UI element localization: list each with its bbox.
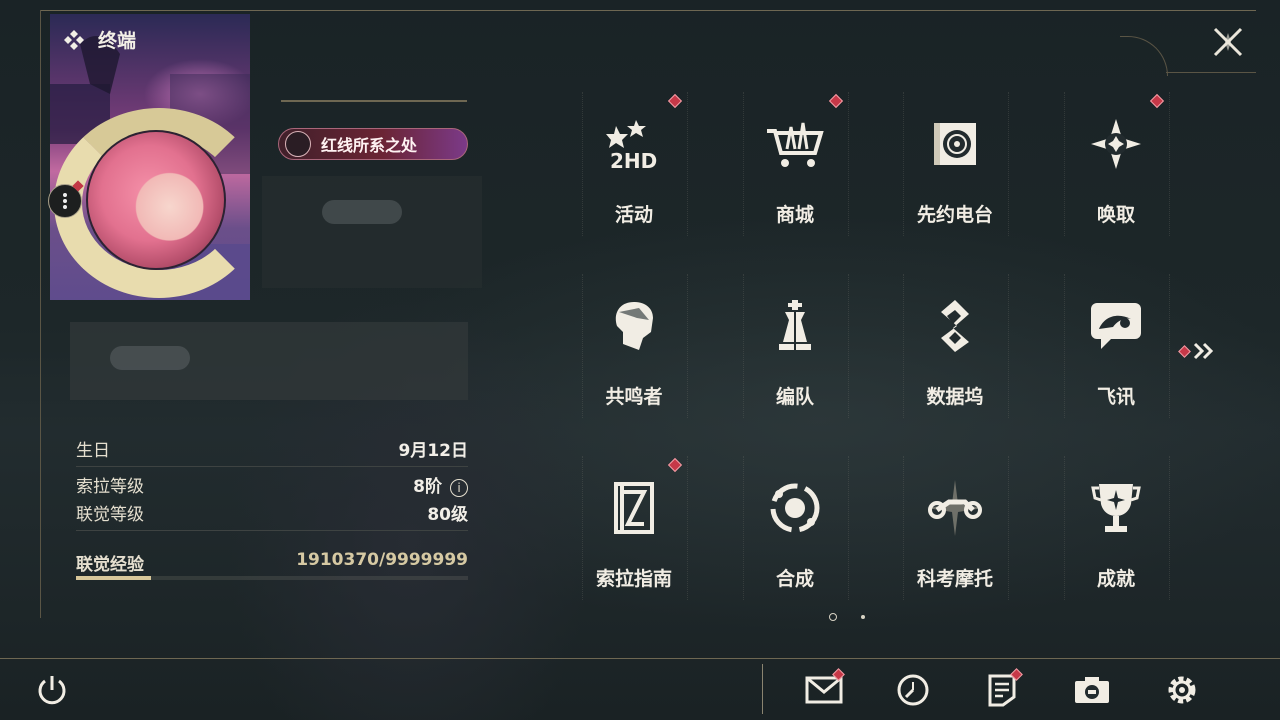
chat-icon xyxy=(1086,296,1146,356)
notification-badge xyxy=(1149,93,1165,109)
power-icon xyxy=(38,676,66,705)
frame-curve xyxy=(1120,36,1168,76)
tile-label: 先约电台 xyxy=(916,204,993,226)
timer-button[interactable] xyxy=(889,668,937,712)
stat-row-union-exp: 联觉经验 1910370/9999999 xyxy=(76,550,468,575)
tile-radio[interactable]: 先约电台 xyxy=(903,92,1009,236)
tile-synthesis[interactable]: 合成 xyxy=(743,456,849,600)
stat-value: 8阶 xyxy=(413,477,442,497)
bottom-bar-line xyxy=(0,658,1280,659)
tile-label: 飞讯 xyxy=(1096,386,1135,408)
tile-resonators[interactable]: 共鸣者 xyxy=(582,274,688,418)
camera-button[interactable] xyxy=(1068,668,1116,712)
tile-label: 共鸣者 xyxy=(605,386,663,408)
frame-line-right xyxy=(1166,72,1256,73)
tile-events[interactable]: 2HD 活动 xyxy=(582,92,688,236)
notification-badge xyxy=(667,457,683,473)
tile-data-bank[interactable]: 数据坞 xyxy=(903,274,1009,418)
mail-button[interactable] xyxy=(800,668,848,712)
camera-icon xyxy=(1075,677,1109,703)
exp-progress-fill xyxy=(76,576,151,580)
tile-convene[interactable]: 唤取 xyxy=(1064,92,1170,236)
title-badge[interactable]: 红线所系之处 xyxy=(278,128,468,160)
vertical-dots-icon xyxy=(63,193,67,209)
stat-value: 80级 xyxy=(427,505,468,525)
resonator-head-icon xyxy=(604,296,664,356)
tile-team[interactable]: 编队 xyxy=(743,274,849,418)
notification-badge xyxy=(828,93,844,109)
data-bank-icon xyxy=(925,296,985,356)
tile-label: 商城 xyxy=(775,204,814,226)
tile-label: 索拉指南 xyxy=(595,568,672,590)
notification-badge xyxy=(667,93,683,109)
bottom-separator xyxy=(762,664,763,714)
blurred-signature-area xyxy=(70,322,468,400)
blurred-name-area xyxy=(262,176,482,288)
trophy-icon xyxy=(1086,478,1146,538)
tile-label: 数据坞 xyxy=(926,386,984,408)
close-button[interactable] xyxy=(1206,22,1250,62)
tile-messages[interactable]: 飞讯 xyxy=(1064,274,1170,418)
double-chevron-right-icon xyxy=(1193,342,1214,360)
tile-label: 编队 xyxy=(775,386,814,408)
synthesis-icon xyxy=(765,478,825,538)
clock-icon xyxy=(897,674,929,706)
stat-value-wrap: 8阶 i xyxy=(413,472,468,497)
name-underline xyxy=(281,100,467,102)
stat-value: 9月12日 xyxy=(398,441,469,461)
close-x-icon xyxy=(1213,27,1243,57)
stat-row-birthday: 生日 9月12日 xyxy=(76,436,468,461)
event-2hd-icon: 2HD xyxy=(604,114,664,174)
diamond-cluster-icon xyxy=(64,29,84,50)
stat-label: 索拉等级 xyxy=(76,477,144,497)
stat-label: 联觉经验 xyxy=(76,555,144,575)
radio-icon xyxy=(925,114,985,174)
divider xyxy=(76,466,468,467)
tile-achievements[interactable]: 成就 xyxy=(1064,456,1170,600)
stat-row-sol-rank: 索拉等级 8阶 i xyxy=(76,472,468,497)
svg-text:2HD: 2HD xyxy=(610,149,657,172)
stat-row-union-level: 联觉等级 80级 xyxy=(76,500,468,525)
title-badge-avatar xyxy=(285,131,311,157)
notice-button[interactable] xyxy=(978,668,1026,712)
notification-badge xyxy=(1178,344,1191,358)
avatar[interactable] xyxy=(86,130,226,270)
page-title: 终端 xyxy=(98,30,137,52)
tile-motorcycle[interactable]: 科考摩托 xyxy=(903,456,1009,600)
tile-label: 成就 xyxy=(1096,568,1135,590)
title-badge-text: 红线所系之处 xyxy=(321,136,418,155)
convene-star-icon xyxy=(1086,114,1146,174)
next-page-button[interactable] xyxy=(1178,338,1224,364)
frame-line-top xyxy=(40,10,1256,11)
tile-label: 科考摩托 xyxy=(916,568,993,590)
info-icon[interactable]: i xyxy=(450,478,468,497)
guidebook-icon xyxy=(604,478,664,538)
page-indicator-active[interactable] xyxy=(829,613,837,621)
motorcycle-icon xyxy=(925,478,985,538)
frame-line-left xyxy=(40,10,41,618)
tile-label: 合成 xyxy=(775,568,814,590)
tile-shop[interactable]: 商城 xyxy=(743,92,849,236)
stat-label: 联觉等级 xyxy=(76,505,144,525)
tile-label: 活动 xyxy=(614,204,653,226)
gear-icon xyxy=(1168,676,1196,704)
settings-button[interactable] xyxy=(1158,668,1206,712)
header-title-row: 终端 xyxy=(62,26,136,53)
shop-cart-icon xyxy=(765,114,825,174)
divider xyxy=(76,530,468,531)
exp-value: 1910370/9999999 xyxy=(296,550,468,570)
page-indicator[interactable] xyxy=(861,615,865,619)
stat-label: 生日 xyxy=(76,441,110,461)
power-button[interactable] xyxy=(28,668,76,712)
chess-team-icon xyxy=(765,296,825,356)
tile-label: 唤取 xyxy=(1096,204,1135,226)
notice-icon xyxy=(988,674,1016,707)
tile-guidebook[interactable]: 索拉指南 xyxy=(582,456,688,600)
